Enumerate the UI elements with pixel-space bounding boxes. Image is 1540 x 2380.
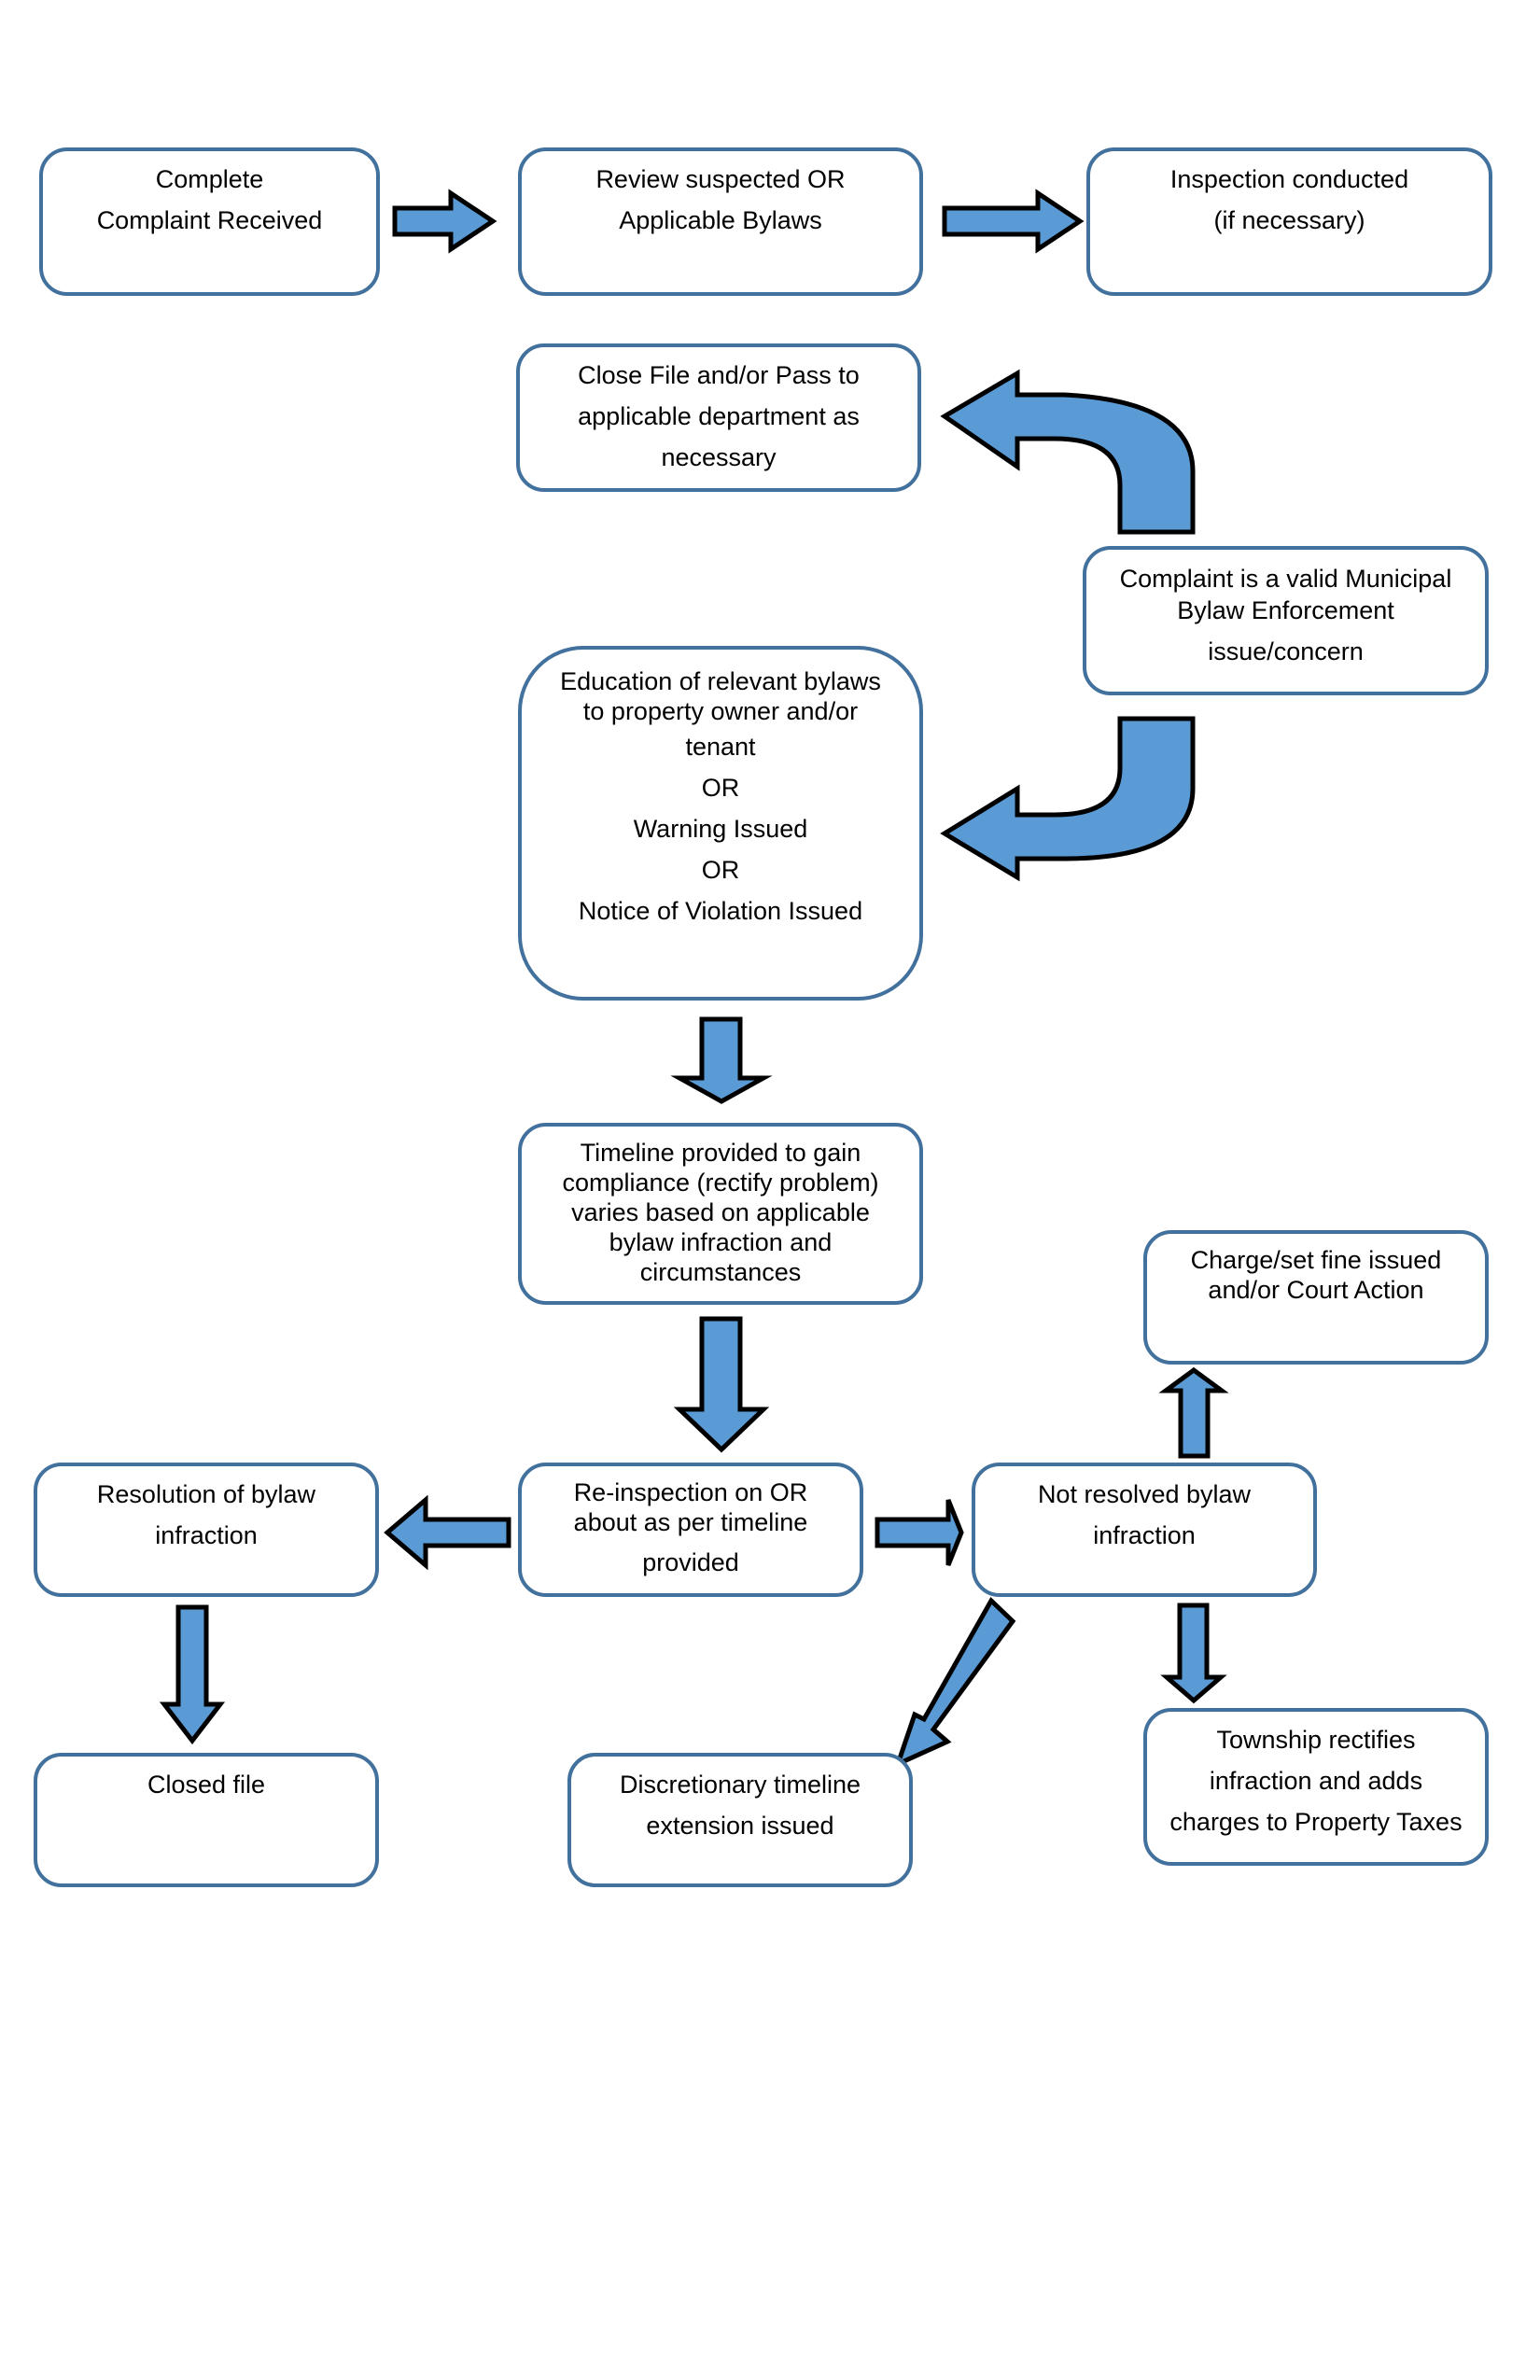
arrow-complaint-to-review xyxy=(392,189,497,254)
node-valid-complaint: Complaint is a valid Municipal Bylaw Enf… xyxy=(1083,546,1489,695)
node-charge-fine: Charge/set fine issued and/or Court Acti… xyxy=(1143,1230,1489,1365)
node-complaint-received: Complete Complaint Received xyxy=(39,147,380,296)
node-inspection: Inspection conducted (if necessary) xyxy=(1086,147,1492,296)
node-township-rectifies: Township rectifies infraction and adds c… xyxy=(1143,1708,1489,1866)
arrow-review-to-inspection xyxy=(942,189,1085,254)
node-review-bylaws: Review suspected OR Applicable Bylaws xyxy=(518,147,923,296)
arrow-reinspection-to-resolution xyxy=(384,1494,511,1571)
node-education: Education of relevant bylaws to property… xyxy=(518,646,923,1001)
arrow-valid-to-close-file xyxy=(940,369,1196,535)
node-not-resolved: Not resolved bylaw infraction xyxy=(972,1463,1317,1597)
arrow-not-resolved-to-charge xyxy=(1158,1366,1229,1459)
node-closed-file: Closed file xyxy=(34,1753,379,1887)
node-discretionary: Discretionary timeline extension issued xyxy=(567,1753,913,1887)
arrow-timeline-to-reinspection xyxy=(673,1316,770,1453)
node-resolution: Resolution of bylaw infraction xyxy=(34,1463,379,1597)
node-close-file-pass: Close File and/or Pass to applicable dep… xyxy=(516,343,921,492)
node-timeline: Timeline provided to gain compliance (re… xyxy=(518,1123,923,1305)
arrow-not-resolved-to-township xyxy=(1160,1603,1227,1704)
arrow-reinspection-to-not-resolved xyxy=(875,1499,964,1566)
arrow-education-to-timeline xyxy=(670,1016,773,1104)
node-reinspection: Re-inspection on OR about as per timelin… xyxy=(518,1463,863,1597)
arrow-valid-to-education xyxy=(940,716,1196,882)
arrow-resolution-to-closed-file xyxy=(159,1604,226,1745)
arrow-not-resolved-to-discretionary xyxy=(893,1596,1016,1769)
